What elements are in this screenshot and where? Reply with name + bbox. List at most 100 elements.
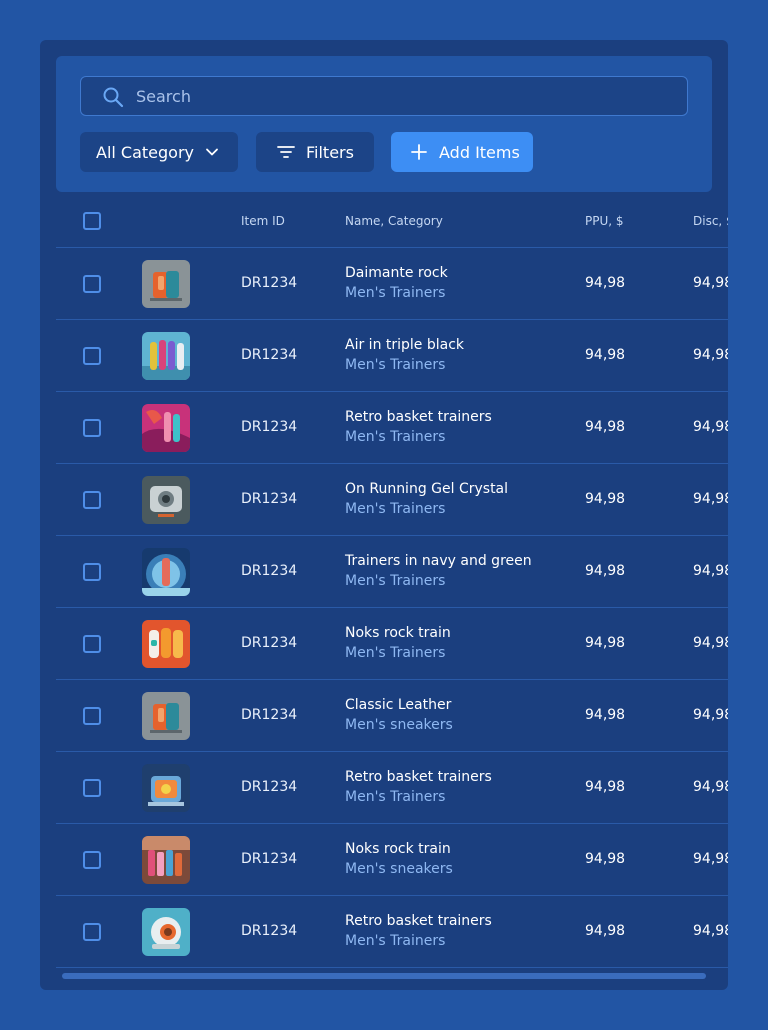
header-name-category[interactable]: Name, Category (345, 214, 443, 228)
item-category: Men's Trainers (345, 429, 446, 445)
item-name: Retro basket trainers (345, 769, 492, 785)
header-ppu[interactable]: PPU, $ (585, 214, 624, 228)
item-id: DR1234 (241, 275, 298, 291)
item-disc: 94,98 (693, 275, 728, 291)
item-disc: 94,98 (693, 707, 728, 723)
item-id: DR1234 (241, 923, 298, 939)
item-ppu: 94,98 (585, 707, 626, 723)
row-checkbox[interactable] (83, 347, 101, 365)
table-row[interactable]: DR1234 Air in triple black Men's Trainer… (56, 320, 728, 392)
item-category: Men's Trainers (345, 501, 446, 517)
item-category: Men's Trainers (345, 933, 446, 949)
table-row[interactable]: DR1234 Noks rock train Men's sneakers 94… (56, 824, 728, 896)
product-thumbnail (142, 404, 190, 452)
table-row[interactable]: DR1234 Daimante rock Men's Trainers 94,9… (56, 248, 728, 320)
item-disc: 94,98 (693, 563, 728, 579)
item-disc: 94,98 (693, 779, 728, 795)
filters-button[interactable]: Filters (256, 132, 374, 172)
row-checkbox[interactable] (83, 923, 101, 941)
table-row[interactable]: DR1234 On Running Gel Crystal Men's Trai… (56, 464, 728, 536)
table-row[interactable]: DR1234 Retro basket trainers Men's Train… (56, 392, 728, 464)
item-id: DR1234 (241, 635, 298, 651)
toolbar: All Category Filters Add Items (56, 56, 712, 192)
item-id: DR1234 (241, 707, 298, 723)
item-category: Men's Trainers (345, 645, 446, 661)
search-box[interactable] (80, 76, 688, 116)
product-thumbnail (142, 548, 190, 596)
product-thumbnail (142, 836, 190, 884)
filters-button-label: Filters (306, 142, 354, 162)
table-row[interactable]: DR1234 Trainers in navy and green Men's … (56, 536, 728, 608)
products-panel: All Category Filters Add Items Item ID (40, 40, 728, 990)
item-ppu: 94,98 (585, 491, 626, 507)
row-checkbox[interactable] (83, 779, 101, 797)
item-ppu: 94,98 (585, 779, 626, 795)
item-id: DR1234 (241, 779, 298, 795)
item-category: Men's sneakers (345, 861, 453, 877)
item-disc: 94,98 (693, 491, 728, 507)
item-name: Noks rock train (345, 625, 451, 641)
search-icon (103, 87, 124, 108)
item-id: DR1234 (241, 491, 298, 507)
add-items-button-label: Add Items (439, 142, 520, 162)
item-id: DR1234 (241, 851, 298, 867)
header-disc[interactable]: Disc, $ (693, 214, 728, 228)
item-disc: 94,98 (693, 923, 728, 939)
product-thumbnail (142, 260, 190, 308)
item-name: Classic Leather (345, 697, 452, 713)
item-category: Men's Trainers (345, 789, 446, 805)
filter-icon (277, 146, 295, 158)
row-checkbox[interactable] (83, 635, 101, 653)
item-disc: 94,98 (693, 851, 728, 867)
products-table: Item ID Name, Category PPU, $ Disc, $ DR… (56, 200, 728, 968)
table-row[interactable]: DR1234 Retro basket trainers Men's Train… (56, 752, 728, 824)
header-item-id[interactable]: Item ID (241, 214, 285, 228)
table-row[interactable]: DR1234 Retro basket trainers Men's Train… (56, 896, 728, 968)
item-name: Daimante rock (345, 265, 448, 281)
category-dropdown-label: All Category (96, 142, 195, 162)
item-ppu: 94,98 (585, 635, 626, 651)
table-row[interactable]: DR1234 Classic Leather Men's sneakers 94… (56, 680, 728, 752)
item-category: Men's Trainers (345, 285, 446, 301)
horizontal-scrollbar[interactable] (62, 973, 706, 979)
item-name: Retro basket trainers (345, 913, 492, 929)
select-all-checkbox[interactable] (83, 212, 101, 230)
search-input[interactable] (136, 77, 656, 115)
item-disc: 94,98 (693, 635, 728, 651)
plus-icon (411, 144, 427, 160)
product-thumbnail (142, 620, 190, 668)
product-thumbnail (142, 476, 190, 524)
row-checkbox[interactable] (83, 563, 101, 581)
item-name: Trainers in navy and green (345, 553, 532, 569)
chevron-down-icon (206, 148, 218, 156)
item-category: Men's Trainers (345, 573, 446, 589)
add-items-button[interactable]: Add Items (391, 132, 533, 172)
item-category: Men's Trainers (345, 357, 446, 373)
row-checkbox[interactable] (83, 851, 101, 869)
table-row[interactable]: DR1234 Noks rock train Men's Trainers 94… (56, 608, 728, 680)
item-ppu: 94,98 (585, 563, 626, 579)
category-dropdown[interactable]: All Category (80, 132, 238, 172)
product-thumbnail (142, 908, 190, 956)
item-id: DR1234 (241, 419, 298, 435)
table-header: Item ID Name, Category PPU, $ Disc, $ (56, 200, 728, 248)
item-category: Men's sneakers (345, 717, 453, 733)
row-checkbox[interactable] (83, 419, 101, 437)
item-name: Air in triple black (345, 337, 465, 353)
item-name: Retro basket trainers (345, 409, 492, 425)
item-id: DR1234 (241, 347, 298, 363)
item-ppu: 94,98 (585, 923, 626, 939)
product-thumbnail (142, 692, 190, 740)
item-ppu: 94,98 (585, 275, 626, 291)
item-id: DR1234 (241, 563, 298, 579)
product-thumbnail (142, 332, 190, 380)
item-disc: 94,98 (693, 347, 728, 363)
row-checkbox[interactable] (83, 275, 101, 293)
item-ppu: 94,98 (585, 419, 626, 435)
item-ppu: 94,98 (585, 851, 626, 867)
item-name: On Running Gel Crystal (345, 481, 509, 497)
item-name: Noks rock train (345, 841, 451, 857)
item-disc: 94,98 (693, 419, 728, 435)
row-checkbox[interactable] (83, 707, 101, 725)
row-checkbox[interactable] (83, 491, 101, 509)
